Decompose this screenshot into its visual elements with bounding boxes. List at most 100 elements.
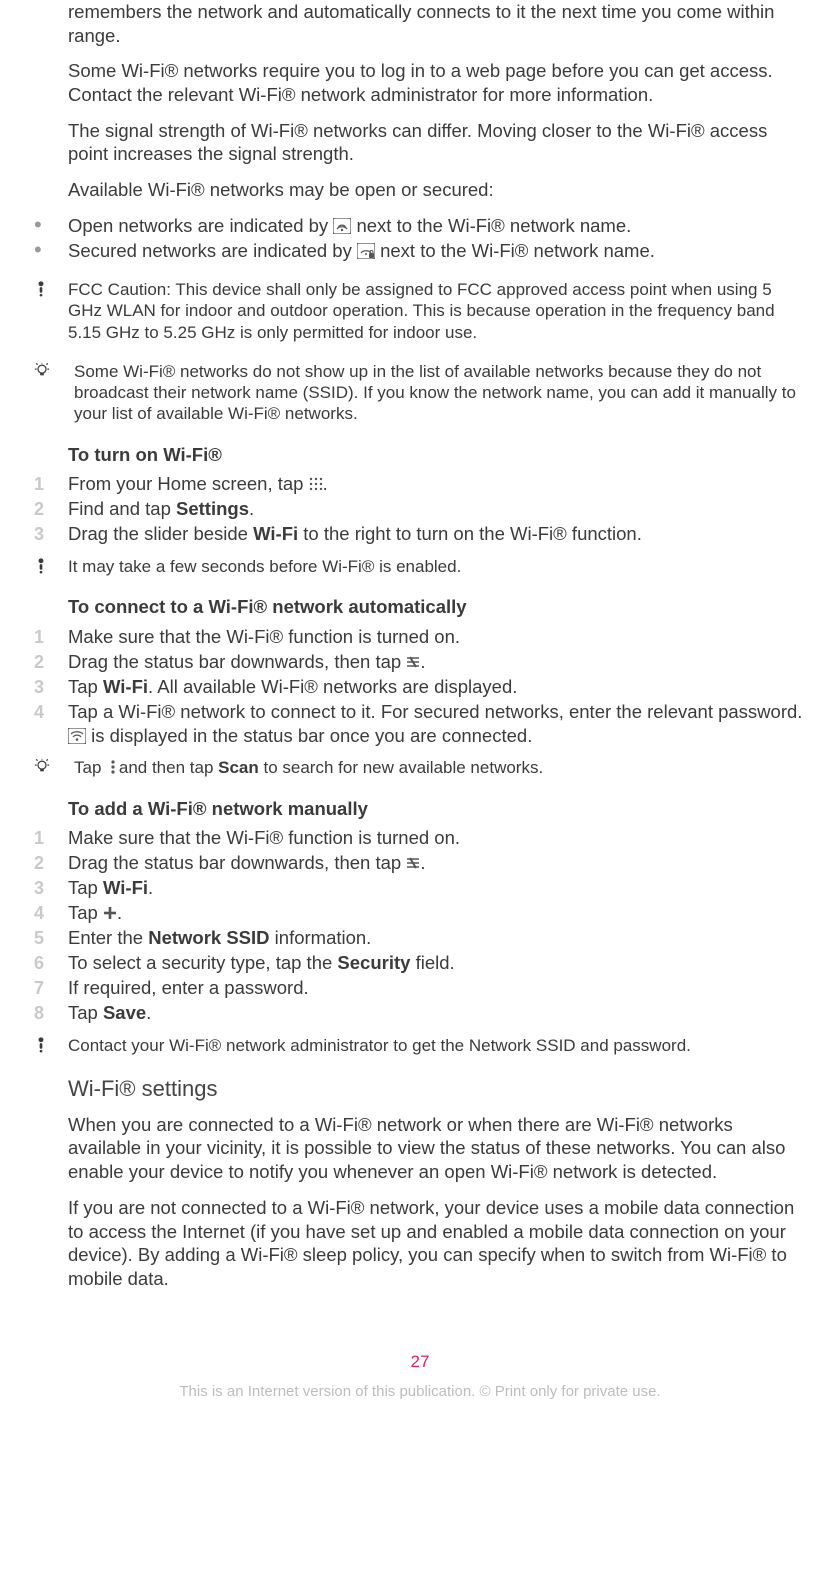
wifi-settings-p1: When you are connected to a Wi-Fi® netwo… [68,1113,806,1184]
step-3-pre: Tap [68,676,103,697]
step-text: Tap Wi-Fi. All available Wi-Fi® networks… [68,675,806,699]
heading-wifi-settings: Wi-Fi® settings [68,1075,806,1103]
page-number: 27 [34,1351,806,1373]
step-8-pre: Tap [68,1002,103,1023]
step-4-post: is displayed in the status bar once you … [86,725,532,746]
step-number: 4 [34,901,68,925]
note-wifi-delay-text: It may take a few seconds before Wi-Fi® … [68,556,806,577]
step-row: 7 If required, enter a password. [34,976,806,1000]
step-5-bold: Network SSID [148,927,269,948]
tip-scan: Tap and then tap Scan to search for new … [34,757,806,778]
step-number: 6 [34,951,68,975]
step-row: 3 Tap Wi-Fi. All available Wi-Fi® networ… [34,675,806,699]
note-wifi-delay: It may take a few seconds before Wi-Fi® … [34,556,806,577]
step-2-post: . [420,651,425,672]
step-text: Tap . [68,901,806,925]
step-2-pre: Drag the status bar downwards, then tap [68,651,406,672]
steps-add-manual: 1 Make sure that the Wi-Fi® function is … [34,826,806,1025]
step-text: Tap Save. [68,1001,806,1025]
step-5-post: information. [270,927,372,948]
step-4-pre: Tap [68,902,103,923]
step-number: 3 [34,675,68,699]
step-row: 6 To select a security type, tap the Sec… [34,951,806,975]
step-text: Make sure that the Wi-Fi® function is tu… [68,625,806,649]
step-5-pre: Enter the [68,927,148,948]
step-text: Tap Wi-Fi. [68,876,806,900]
step-2-post: . [420,852,425,873]
step-8-bold: Save [103,1002,146,1023]
manual-page: remembers the network and automatically … [0,0,821,1540]
wifi-status-icon [68,728,86,744]
step-3-pre: Drag the slider beside [68,523,253,544]
step-row: 1 From your Home screen, tap . [34,472,806,496]
step-3-post: . All available Wi-Fi® networks are disp… [148,676,517,697]
step-8-post: . [146,1002,151,1023]
bullet-open-network: • Open networks are indicated by next to… [34,214,806,238]
step-3-bold: Wi-Fi [253,523,298,544]
step-text: To select a security type, tap the Secur… [68,951,806,975]
step-3-bold: Wi-Fi [103,877,148,898]
step-4-pre: Tap a Wi-Fi® network to connect to it. F… [68,701,802,722]
heading-connect-auto: To connect to a Wi-Fi® network automatic… [68,595,806,619]
bullet-open-text: Open networks are indicated by next to t… [68,214,806,238]
overflow-menu-icon [106,760,114,774]
heading-turn-on-wifi: To turn on Wi-Fi® [68,443,806,467]
step-row: 1 Make sure that the Wi-Fi® function is … [34,826,806,850]
step-number: 8 [34,1001,68,1025]
step-text: Tap a Wi-Fi® network to connect to it. F… [68,700,806,747]
important-icon [34,279,68,298]
network-type-bullets: • Open networks are indicated by next to… [34,214,806,263]
intro-para-2: Some Wi-Fi® networks require you to log … [68,59,806,106]
step-row: 3 Drag the slider beside Wi-Fi to the ri… [34,522,806,546]
step-2-post: . [249,498,254,519]
steps-connect-auto: 1 Make sure that the Wi-Fi® function is … [34,625,806,747]
step-2-pre: Find and tap [68,498,176,519]
bullet-dot-icon: • [34,214,68,236]
step-number: 2 [34,851,68,875]
step-text: Drag the status bar downwards, then tap … [68,650,806,674]
step-3-post: . [148,877,153,898]
bullet-secured-post: next to the Wi-Fi® network name. [375,240,655,261]
step-row: 8 Tap Save. [34,1001,806,1025]
step-row: 5 Enter the Network SSID information. [34,926,806,950]
note-contact-admin-text: Contact your Wi-Fi® network administrato… [68,1035,806,1056]
tip-scan-text: Tap and then tap Scan to search for new … [68,757,806,778]
quick-settings-icon [406,856,420,870]
hidden-ssid-tip: Some Wi-Fi® networks do not show up in t… [34,361,806,425]
footer-text: This is an Internet version of this publ… [34,1382,806,1409]
tip-bulb-icon [34,361,68,378]
quick-settings-icon [406,655,420,669]
step-row: 4 Tap . [34,901,806,925]
step-number: 7 [34,976,68,1000]
bullet-dot-icon: • [34,239,68,261]
steps-turn-on-wifi: 1 From your Home screen, tap . 2 Find an… [34,472,806,546]
step-row: 3 Tap Wi-Fi. [34,876,806,900]
step-number: 1 [34,472,68,496]
apps-grid-icon [309,477,323,491]
fcc-caution-note: FCC Caution: This device shall only be a… [34,279,806,343]
bullet-secured-network: • Secured networks are indicated by next… [34,239,806,263]
tip-post: to search for new available networks. [259,758,543,777]
step-3-pre: Tap [68,877,103,898]
fcc-caution-text: FCC Caution: This device shall only be a… [68,279,806,343]
step-2-pre: Drag the status bar downwards, then tap [68,852,406,873]
step-4-post: . [117,902,122,923]
heading-add-manual: To add a Wi-Fi® network manually [68,797,806,821]
step-text: Drag the status bar downwards, then tap … [68,851,806,875]
intro-para-4: Available Wi-Fi® networks may be open or… [68,178,806,202]
wifi-settings-p2: If you are not connected to a Wi-Fi® net… [68,1196,806,1291]
step-1-pre: From your Home screen, tap [68,473,309,494]
important-icon [34,1035,68,1054]
tip-bold: Scan [218,758,259,777]
step-row: 2 Find and tap Settings. [34,497,806,521]
step-row: 2 Drag the status bar downwards, then ta… [34,851,806,875]
step-text: If required, enter a password. [68,976,806,1000]
wifi-secured-icon [357,243,375,259]
step-6-bold: Security [337,952,410,973]
wifi-open-icon [333,218,351,234]
step-6-post: field. [410,952,454,973]
add-plus-icon [103,906,117,920]
note-contact-admin: Contact your Wi-Fi® network administrato… [34,1035,806,1056]
intro-para-3: The signal strength of Wi-Fi® networks c… [68,119,806,166]
step-2-bold: Settings [176,498,249,519]
